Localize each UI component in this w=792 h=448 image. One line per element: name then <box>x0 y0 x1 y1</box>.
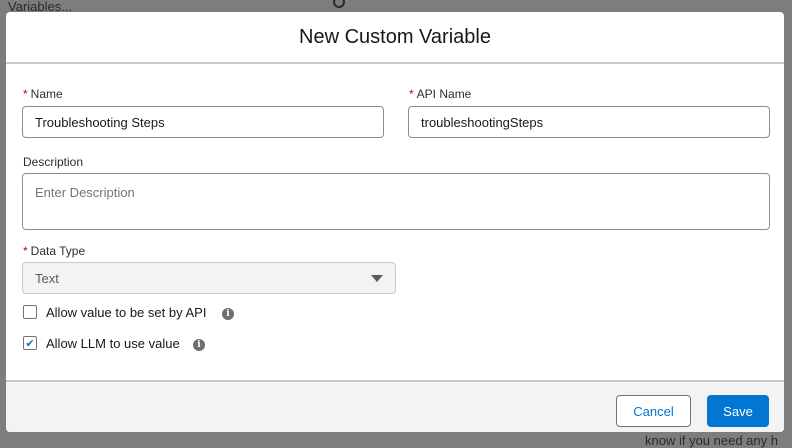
api-name-input[interactable]: troubleshootingSteps <box>408 106 770 138</box>
allow-api-checkbox[interactable] <box>23 305 37 319</box>
name-label: * Name <box>23 87 63 101</box>
info-icon[interactable]: i <box>193 339 205 351</box>
name-input[interactable]: Troubleshooting Steps <box>22 106 384 138</box>
api-name-label: * API Name <box>409 87 471 101</box>
allow-llm-checkbox[interactable]: ✔ <box>23 336 37 350</box>
background-search-icon <box>333 0 345 8</box>
data-type-label-text: Data Type <box>30 244 86 258</box>
name-label-text: Name <box>30 87 63 101</box>
save-button[interactable]: Save <box>707 395 769 427</box>
required-marker: * <box>23 244 28 258</box>
chevron-down-icon <box>371 274 383 282</box>
modal-header: New Custom Variable <box>6 12 784 64</box>
allow-llm-label: Allow LLM to use value <box>46 336 180 351</box>
modal-title: New Custom Variable <box>299 25 491 48</box>
cancel-button[interactable]: Cancel <box>616 395 691 427</box>
new-custom-variable-modal: New Custom Variable * Name Troubleshootin… <box>6 12 784 432</box>
modal-body: * Name Troubleshooting Steps * API Name tr… <box>6 64 784 380</box>
check-icon: ✔ <box>25 337 35 350</box>
background-chat-text: know if you need any h <box>645 433 778 448</box>
data-type-select[interactable]: Text <box>22 262 396 294</box>
required-marker: * <box>23 87 28 101</box>
api-name-label-text: API Name <box>416 87 472 101</box>
required-marker: * <box>409 87 414 101</box>
description-label: Description <box>23 155 84 169</box>
modal-footer: Cancel Save <box>6 380 784 432</box>
data-type-value: Text <box>35 270 59 286</box>
description-textarea[interactable]: Enter Description <box>22 173 770 230</box>
data-type-label: * Data Type <box>23 244 85 258</box>
info-icon[interactable]: i <box>222 308 234 320</box>
allow-api-label: Allow value to be set by API <box>46 305 207 320</box>
